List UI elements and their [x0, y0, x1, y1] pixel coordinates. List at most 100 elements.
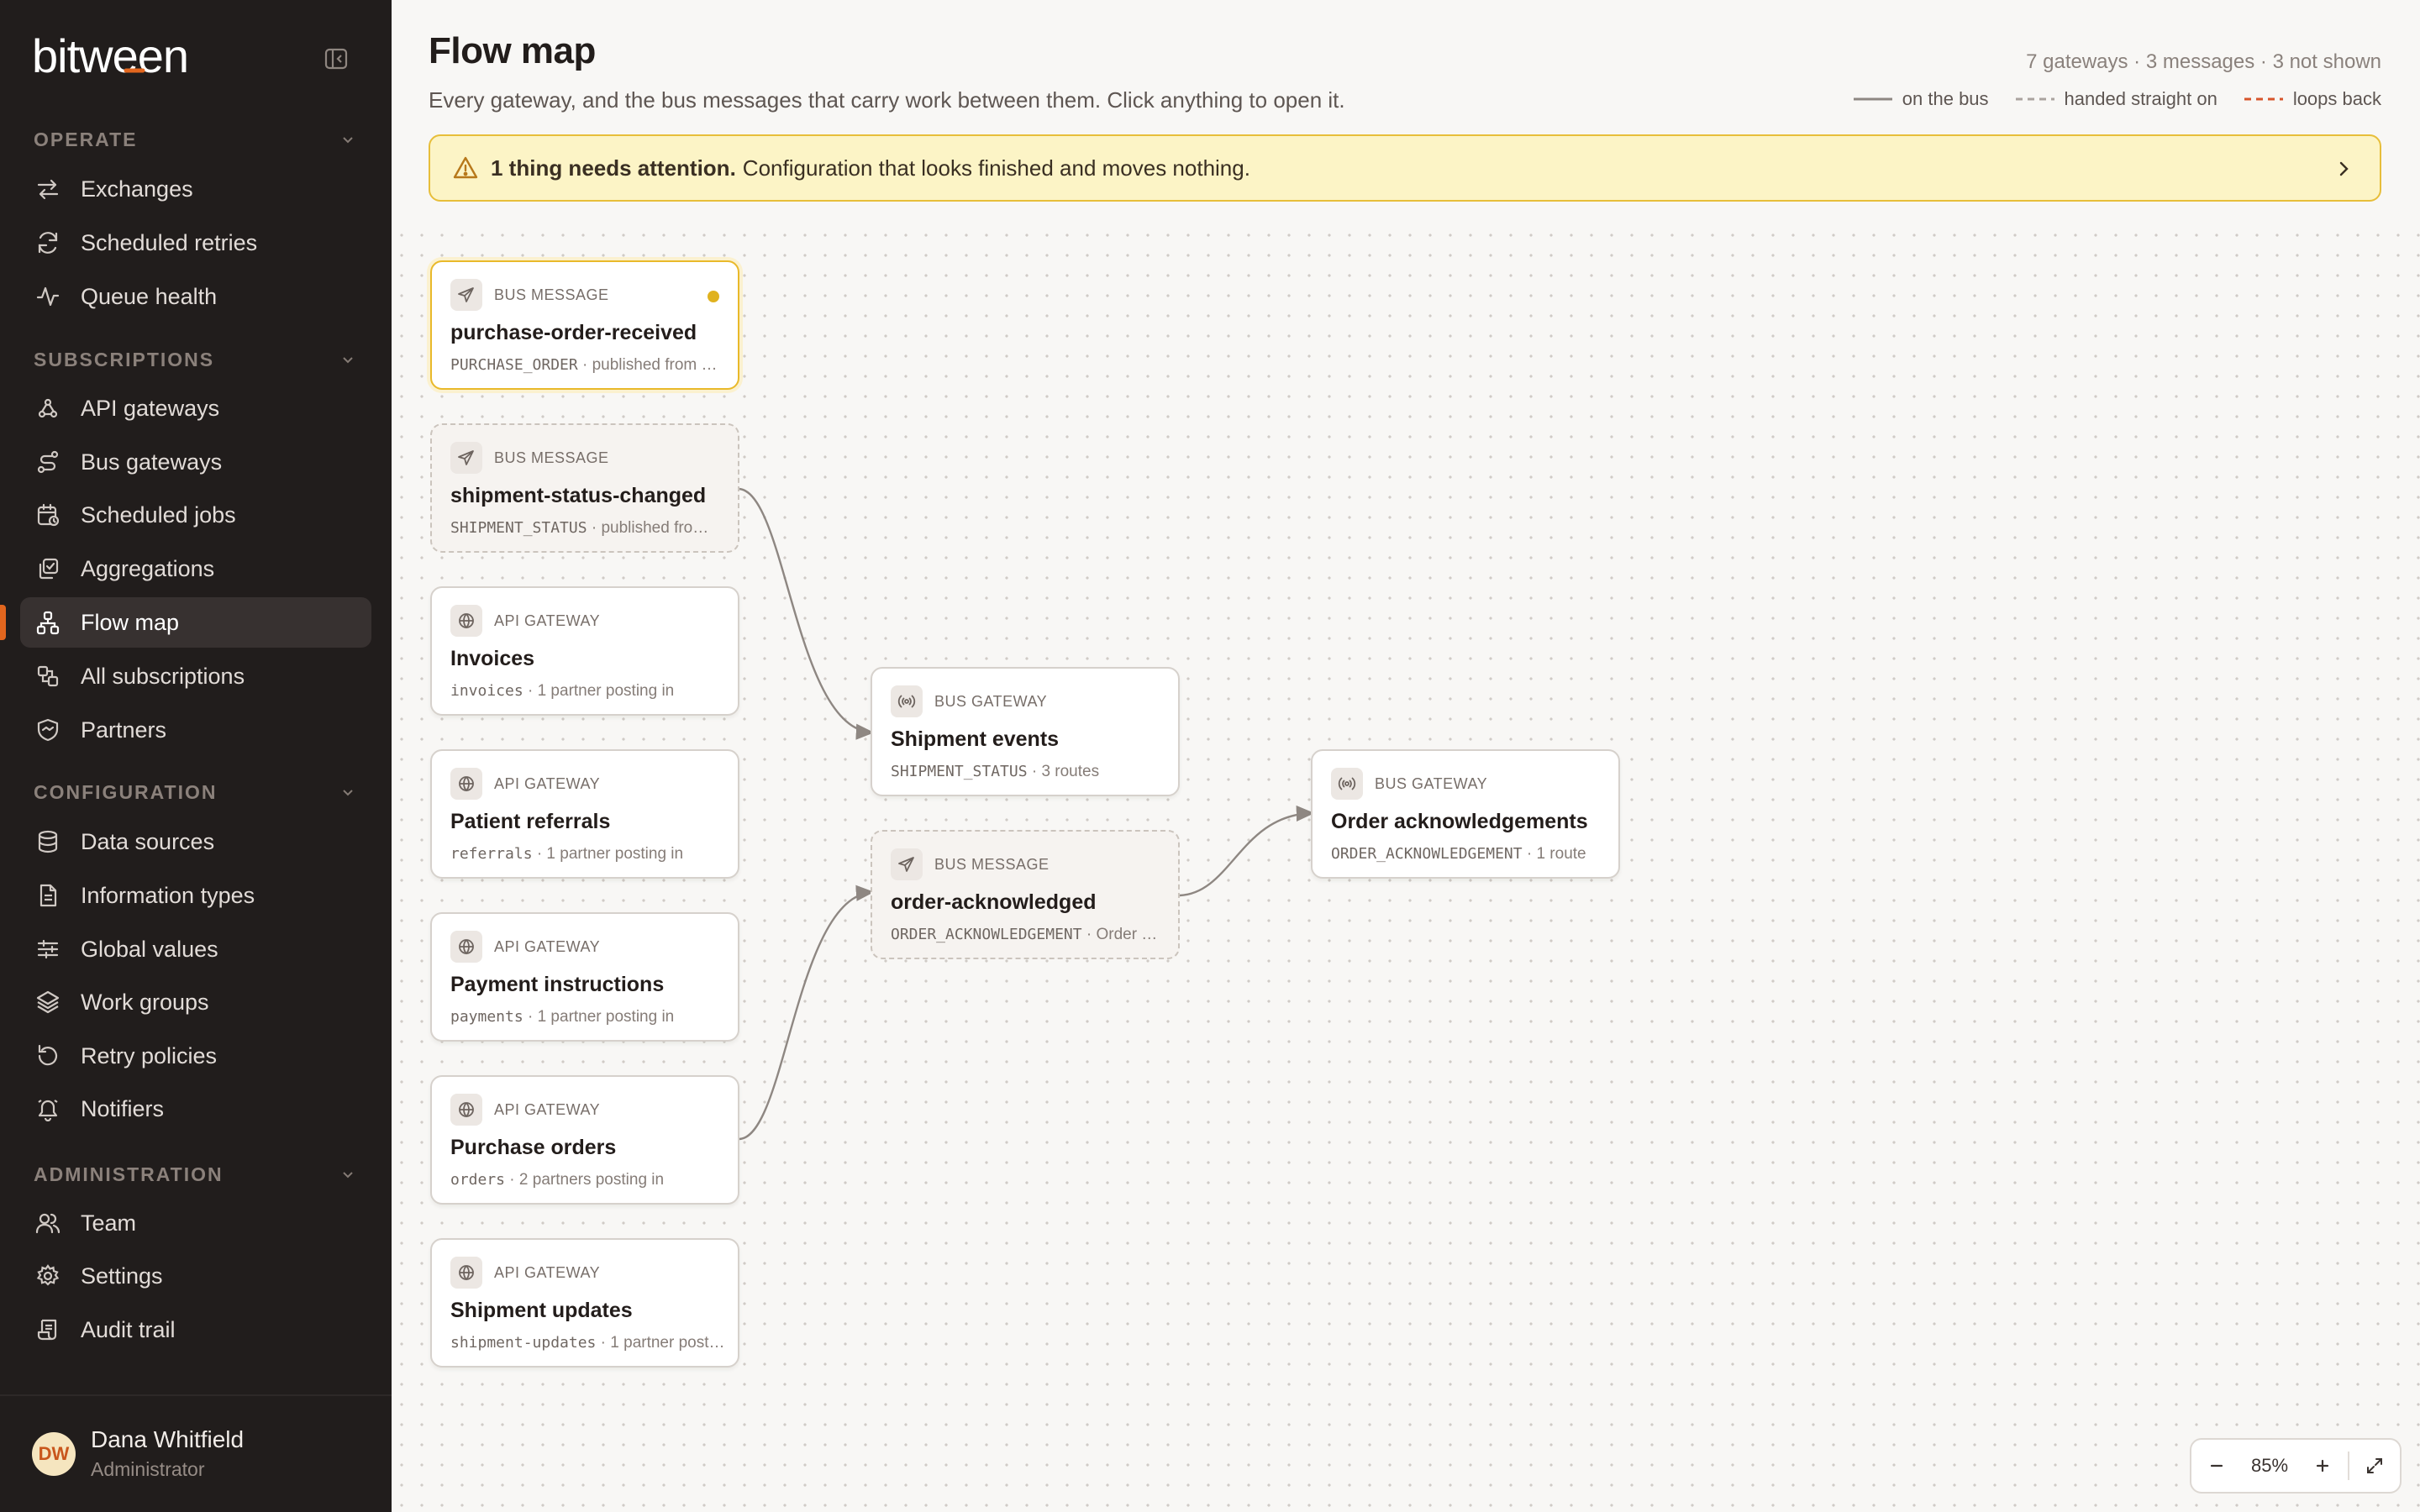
plus-icon	[2316, 1459, 2329, 1473]
sidebar-item-data-sources[interactable]: Data sources	[20, 816, 371, 867]
page-title: Flow map	[429, 30, 596, 71]
database-icon	[38, 830, 58, 853]
legend-label: loops back	[2292, 88, 2381, 109]
node-title: Shipment updates	[450, 1299, 633, 1322]
node-api-gateway[interactable]: API GATEWAY Patient referrals referrals …	[430, 749, 739, 879]
avatar[interactable]: DW	[32, 1432, 76, 1476]
node-kind: API GATEWAY	[494, 1101, 601, 1118]
sidebar-item-label: Work groups	[81, 989, 209, 1015]
pulse-icon	[36, 286, 60, 307]
node-kind: API GATEWAY	[494, 775, 601, 792]
sidebar-item-queue-health[interactable]: Queue health	[20, 271, 371, 322]
sidebar-item-label: Global values	[81, 936, 218, 962]
section-operate[interactable]: OPERATE	[34, 123, 356, 156]
node-kind: API GATEWAY	[494, 1264, 601, 1281]
node-api-gateway[interactable]: API GATEWAY Invoices invoices · 1 partne…	[430, 586, 739, 716]
sidebar-item-scheduled-retries[interactable]: Scheduled retries	[20, 218, 371, 268]
calendar-clock-icon	[37, 503, 60, 527]
broadcast-icon	[1331, 768, 1363, 800]
node-bus-gateway[interactable]: BUS GATEWAY Shipment events SHIPMENT_STA…	[871, 667, 1180, 796]
sidebar-item-information-types[interactable]: Information types	[20, 870, 371, 921]
sidebar-item-label: Exchanges	[81, 176, 193, 202]
globe-icon	[450, 931, 482, 963]
sidebar-item-audit-trail[interactable]: Audit trail	[20, 1305, 371, 1355]
sidebar-item-scheduled-jobs[interactable]: Scheduled jobs	[20, 490, 371, 540]
node-api-gateway[interactable]: API GATEWAY Shipment updates shipment-up…	[430, 1238, 739, 1368]
sidebar-item-label: All subscriptions	[81, 663, 245, 689]
sidebar-item-team[interactable]: Team	[20, 1198, 371, 1248]
expand-icon	[2367, 1458, 2382, 1473]
attention-text: Configuration that looks finished and mo…	[742, 155, 1250, 181]
attention-count: 1 thing needs attention.	[491, 155, 736, 181]
zoom-in-button[interactable]	[2297, 1440, 2348, 1492]
chevron-down-icon	[343, 790, 353, 796]
chevron-right-icon[interactable]	[2333, 158, 2354, 180]
sidebar-item-aggregations[interactable]: Aggregations	[20, 543, 371, 594]
node-title: order-acknowledged	[891, 890, 1097, 914]
sidebar-item-work-groups[interactable]: Work groups	[20, 977, 371, 1027]
zoom-controls: 85%	[2190, 1438, 2402, 1494]
gear-icon	[36, 1264, 60, 1286]
node-kind: BUS MESSAGE	[494, 286, 609, 303]
sidebar-item-notifiers[interactable]: Notifiers	[20, 1084, 371, 1134]
edge-order-acknowledged-to-order-acknowledgements[interactable]	[1179, 805, 1315, 897]
section-subscriptions[interactable]: SUBSCRIPTIONS	[34, 343, 356, 376]
node-api-gateway[interactable]: API GATEWAY Payment instructions payment…	[430, 912, 739, 1042]
svg-text:bitween: bitween	[32, 34, 188, 82]
node-kind: BUS GATEWAY	[934, 693, 1048, 710]
sidebar-item-flow-map[interactable]: Flow map	[20, 597, 371, 648]
legend-on-bus: on the bus	[1853, 88, 1989, 110]
edge-shipment-status-to-shipment-events[interactable]	[739, 487, 875, 740]
sidebar-item-all-subscriptions[interactable]: All subscriptions	[20, 651, 371, 701]
edge-purchase-orders-to-order-acknowledged[interactable]	[739, 885, 875, 1141]
document-icon	[39, 884, 57, 907]
sidebar-item-label: Aggregations	[81, 555, 215, 581]
node-meta: payments · 1 partner posting in	[450, 1008, 675, 1026]
node-bus-message[interactable]: BUS MESSAGE order-acknowledged ORDER_ACK…	[871, 830, 1180, 959]
sidebar-item-retry-policies[interactable]: Retry policies	[20, 1031, 371, 1081]
sidebar-item-label: Notifiers	[81, 1095, 165, 1121]
node-title: Purchase orders	[450, 1136, 617, 1159]
node-bus-gateway[interactable]: BUS GATEWAY Order acknowledgements ORDER…	[1311, 749, 1620, 879]
chevron-down-icon	[343, 1172, 353, 1179]
graph-counts: 7 gateways · 3 messages · 3 not shown	[2026, 50, 2381, 73]
sidebar-item-global-values[interactable]: Global values	[20, 924, 371, 974]
fit-view-button[interactable]	[2349, 1440, 2400, 1492]
dashed-line-swatch	[2015, 97, 2054, 101]
warning-icon	[453, 156, 478, 179]
node-title: shipment-status-changed	[450, 484, 707, 507]
sidebar-item-exchanges[interactable]: Exchanges	[20, 164, 371, 214]
sidebar-item-label: Information types	[81, 882, 255, 908]
bitween-logo[interactable]: bitween	[32, 34, 250, 82]
sidebar-item-settings[interactable]: Settings	[20, 1251, 371, 1301]
globe-icon	[450, 605, 482, 637]
node-title: purchase-order-received	[450, 321, 697, 344]
node-api-gateway[interactable]: API GATEWAY Purchase orders orders · 2 p…	[430, 1075, 739, 1205]
section-administration[interactable]: ADMINISTRATION	[34, 1158, 356, 1191]
sidebar-item-label: Team	[81, 1210, 137, 1236]
sidebar-item-label: Queue health	[81, 283, 218, 309]
zoom-out-button[interactable]	[2191, 1440, 2242, 1492]
sidebar-item-label: Audit trail	[81, 1316, 176, 1342]
solid-line-swatch	[1853, 97, 1892, 101]
sidebar-item-partners[interactable]: Partners	[20, 705, 371, 755]
sidebar-item-api-gateways[interactable]: API gateways	[20, 383, 371, 433]
red-dashed-line-swatch	[2244, 97, 2283, 101]
section-configuration[interactable]: CONFIGURATION	[34, 775, 356, 809]
node-meta: SHIPMENT_STATUS · 3 routes	[891, 763, 1100, 780]
node-title: Order acknowledgements	[1331, 810, 1588, 833]
section-title: OPERATE	[34, 128, 138, 150]
flow-canvas[interactable]: BUS MESSAGE purchase-order-received PURC…	[392, 225, 2420, 1512]
sidebar-item-label: Scheduled jobs	[81, 501, 236, 528]
sidebar-item-label: Bus gateways	[81, 449, 223, 475]
sidebar-item-label: Partners	[81, 717, 167, 743]
node-bus-message[interactable]: BUS MESSAGE shipment-status-changed SHIP…	[430, 423, 739, 553]
sidebar-item-bus-gateways[interactable]: Bus gateways	[20, 437, 371, 487]
node-bus-message[interactable]: BUS MESSAGE purchase-order-received PURC…	[430, 260, 739, 390]
users-icon	[35, 1213, 60, 1234]
collapse-sidebar-icon[interactable]	[323, 47, 350, 71]
attention-banner[interactable]: 1 thing needs attention. Configuration t…	[429, 134, 2381, 202]
section-title: ADMINISTRATION	[34, 1163, 224, 1185]
user-name[interactable]: Dana Whitfield	[91, 1426, 244, 1453]
chevron-down-icon	[343, 357, 353, 364]
